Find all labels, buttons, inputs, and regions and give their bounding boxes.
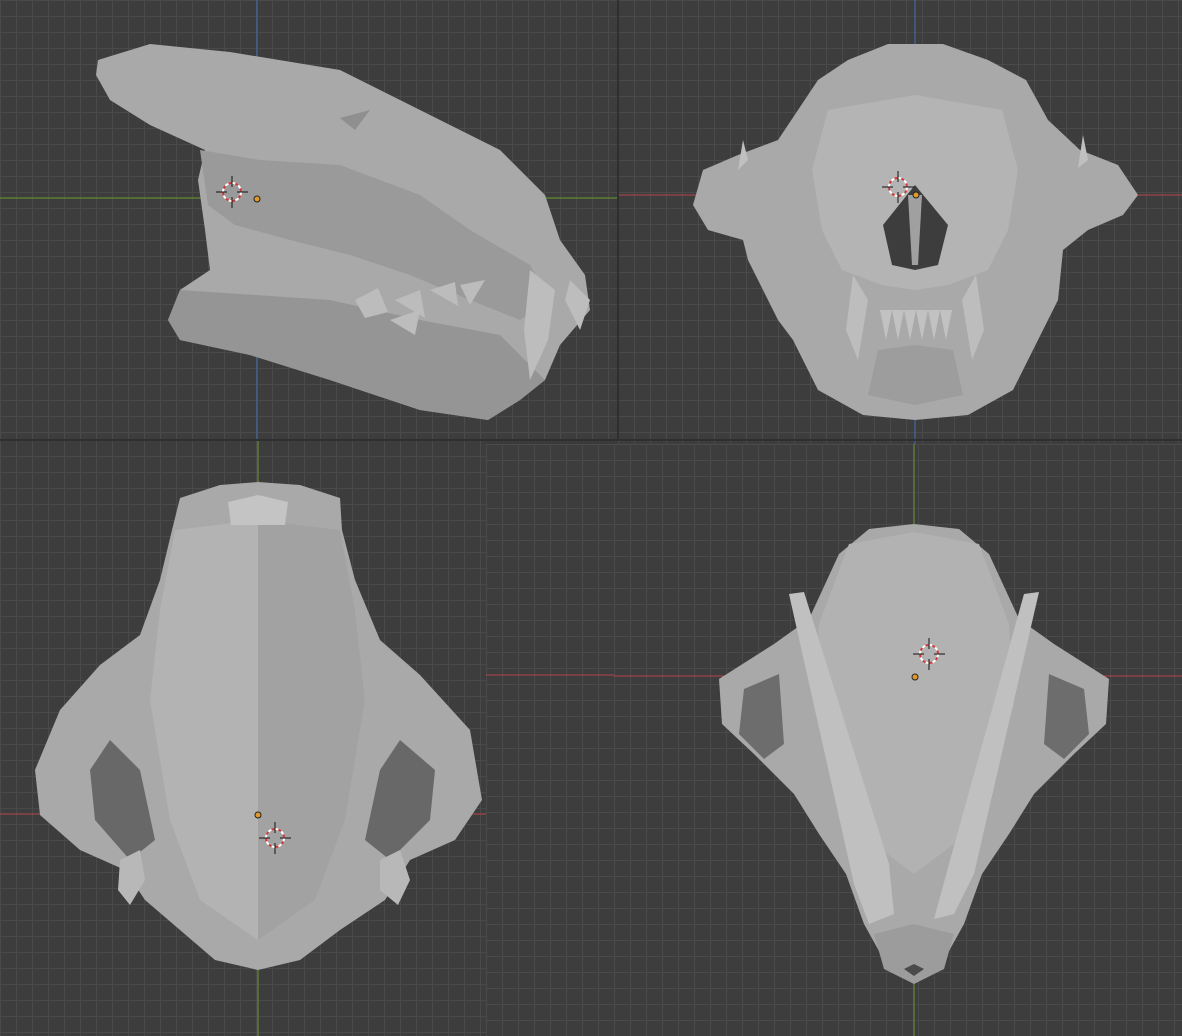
object-origin-icon[interactable] (253, 195, 261, 203)
viewport-divider[interactable] (0, 439, 1182, 441)
skull-mesh-top[interactable] (35, 482, 482, 970)
viewport-divider[interactable] (617, 0, 619, 441)
skull-mesh-bottom[interactable] (719, 524, 1109, 984)
object-origin-icon[interactable] (911, 673, 919, 681)
viewport-side[interactable] (0, 0, 618, 440)
viewport-empty[interactable] (486, 444, 614, 1036)
object-origin-icon[interactable] (254, 811, 262, 819)
viewport-front[interactable] (618, 0, 1182, 444)
viewport-top[interactable] (0, 440, 486, 1036)
viewport-bottom[interactable] (614, 444, 1182, 1036)
skull-mesh-side[interactable] (96, 44, 590, 420)
skull-mesh-front[interactable] (693, 44, 1138, 420)
object-origin-icon[interactable] (912, 191, 920, 199)
